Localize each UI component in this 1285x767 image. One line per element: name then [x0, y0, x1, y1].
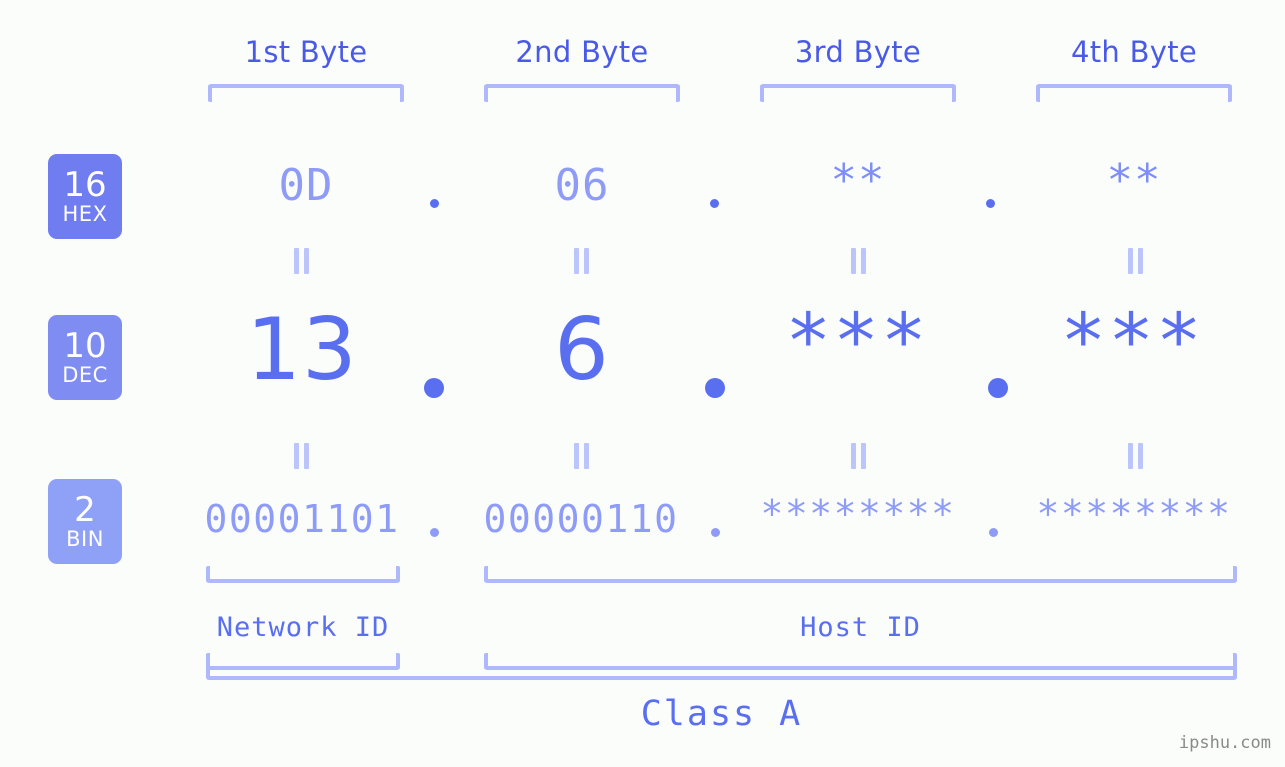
equals-mark-dec-bin-3	[849, 443, 869, 469]
equals-mark-dec-bin-1	[292, 443, 312, 469]
bin-separator-dot-3	[989, 528, 998, 537]
base-badge-hex-abbr: HEX	[62, 202, 108, 226]
dec-separator-dot-2	[705, 378, 725, 398]
byte-bracket-top-4	[1036, 84, 1232, 102]
dec-separator-dot-3	[988, 378, 1008, 398]
bin-separator-dot-2	[711, 528, 720, 537]
equals-mark-dec-bin-2	[572, 443, 592, 469]
base-badge-dec: 10 DEC	[48, 315, 122, 400]
ip-breakdown-diagram: 1st Byte 2nd Byte 3rd Byte 4th Byte 16 H…	[0, 0, 1285, 767]
host-id-label: Host ID	[800, 612, 921, 643]
dec-separator-dot-1	[424, 378, 444, 398]
base-badge-hex-number: 16	[63, 165, 107, 205]
base-badge-hex: 16 HEX	[48, 154, 122, 239]
base-badge-dec-number: 10	[63, 326, 107, 366]
bin-value-byte-2: 00000110	[483, 497, 679, 541]
bin-separator-dot-1	[430, 528, 439, 537]
equals-mark-hex-dec-4	[1126, 248, 1146, 274]
byte-header-2: 2nd Byte	[515, 35, 649, 69]
equals-mark-hex-dec-1	[292, 248, 312, 274]
hex-value-byte-1: 0D	[278, 160, 334, 211]
hex-value-byte-2: 06	[554, 160, 610, 211]
class-label: Class A	[640, 694, 803, 734]
host-id-bracket-top	[484, 566, 1237, 583]
base-badge-bin-number: 2	[74, 490, 96, 530]
dec-value-byte-1: 13	[246, 300, 358, 400]
hex-value-byte-4: **	[1106, 155, 1162, 206]
dec-value-byte-3: ***	[785, 296, 929, 385]
hex-separator-dot-1	[430, 199, 439, 208]
hex-separator-dot-3	[986, 199, 995, 208]
bin-value-byte-3: ********	[760, 492, 956, 536]
base-badge-dec-abbr: DEC	[62, 363, 108, 387]
dec-value-byte-4: ***	[1060, 296, 1204, 385]
class-bracket	[206, 663, 1237, 680]
bin-value-byte-4: ********	[1036, 492, 1232, 536]
equals-mark-dec-bin-4	[1126, 443, 1146, 469]
base-badge-bin: 2 BIN	[48, 479, 122, 564]
byte-header-3: 3rd Byte	[794, 35, 922, 69]
equals-mark-hex-dec-3	[849, 248, 869, 274]
hex-separator-dot-2	[710, 199, 719, 208]
network-id-bracket-top	[206, 566, 400, 583]
equals-mark-hex-dec-2	[572, 248, 592, 274]
base-badge-bin-abbr: BIN	[66, 527, 104, 551]
hex-value-byte-3: **	[830, 155, 886, 206]
byte-bracket-top-3	[760, 84, 956, 102]
dec-value-byte-2: 6	[554, 300, 610, 400]
byte-header-4: 4th Byte	[1070, 35, 1198, 69]
bin-value-byte-1: 00001101	[204, 497, 400, 541]
byte-bracket-top-2	[484, 84, 680, 102]
byte-bracket-top-1	[208, 84, 404, 102]
site-watermark: ipshu.com	[1178, 733, 1271, 753]
network-id-label: Network ID	[216, 612, 390, 643]
byte-header-1: 1st Byte	[244, 35, 368, 69]
